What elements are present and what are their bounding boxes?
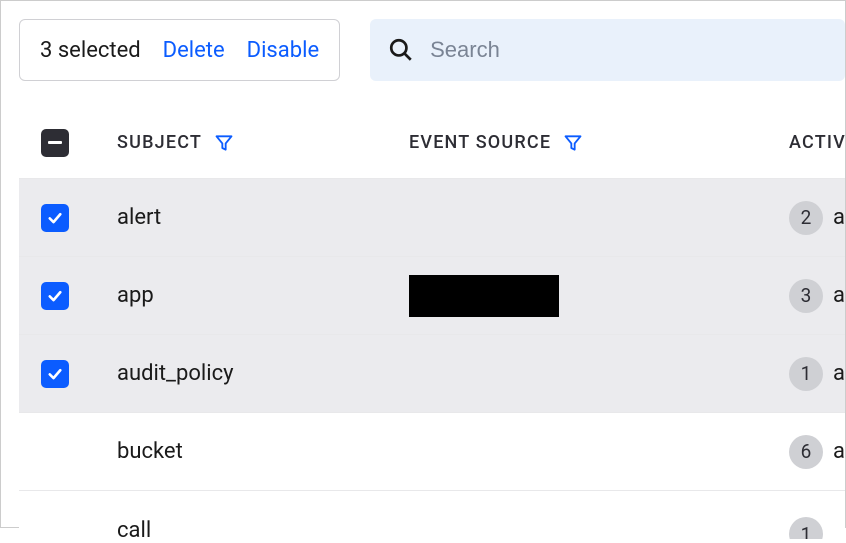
data-table: SUBJECT EVENT SOURCE ACTIVITY: [19, 107, 845, 539]
filter-icon[interactable]: [563, 133, 583, 153]
table-row[interactable]: audit_policy 1 a: [19, 335, 845, 413]
redacted-content: [409, 275, 559, 317]
row-checkbox[interactable]: [41, 360, 69, 388]
activity-cell: a: [833, 361, 845, 386]
table-row[interactable]: bucket 6 a: [19, 413, 845, 491]
column-header-event-source[interactable]: EVENT SOURCE: [409, 132, 789, 153]
subject-cell: bucket: [117, 439, 183, 464]
selected-count: 3 selected: [40, 38, 141, 63]
checkmark-icon: [46, 209, 64, 227]
indeterminate-icon: [48, 141, 62, 144]
select-all-checkbox[interactable]: [41, 129, 69, 157]
activity-cell: a: [833, 205, 845, 230]
disable-button[interactable]: Disable: [247, 38, 319, 63]
row-checkbox[interactable]: [41, 204, 69, 232]
column-header-subject[interactable]: SUBJECT: [117, 132, 409, 153]
search-input[interactable]: [430, 37, 827, 63]
activity-count-badge: 2: [789, 201, 823, 235]
toolbar: 3 selected Delete Disable: [19, 19, 845, 81]
table-row[interactable]: alert 2 a: [19, 179, 845, 257]
table-row[interactable]: app 3 a: [19, 257, 845, 335]
activity-count-badge: 1: [789, 357, 823, 391]
activity-cell: a: [833, 439, 845, 464]
selection-box: 3 selected Delete Disable: [19, 19, 340, 81]
activity-count-badge: 1: [789, 517, 823, 539]
activity-count-badge: 6: [789, 435, 823, 469]
activity-count-badge: 3: [789, 279, 823, 313]
checkmark-icon: [46, 365, 64, 383]
subject-cell: alert: [117, 205, 161, 230]
subject-cell: audit_policy: [117, 361, 234, 386]
delete-button[interactable]: Delete: [163, 38, 225, 63]
event-source-label: EVENT SOURCE: [409, 132, 551, 153]
table-row[interactable]: call 1: [19, 491, 845, 539]
subject-label: SUBJECT: [117, 132, 202, 153]
row-checkbox[interactable]: [41, 282, 69, 310]
subject-cell: app: [117, 283, 154, 308]
checkmark-icon: [46, 287, 64, 305]
activity-label: ACTIVITY: [789, 132, 845, 153]
activity-cell: a: [833, 283, 845, 308]
table-header: SUBJECT EVENT SOURCE ACTIVITY: [19, 107, 845, 179]
subject-cell: call: [117, 518, 151, 543]
column-header-activity[interactable]: ACTIVITY: [789, 132, 845, 153]
search-icon: [388, 37, 414, 63]
search-box[interactable]: [370, 19, 845, 81]
filter-icon[interactable]: [214, 133, 234, 153]
